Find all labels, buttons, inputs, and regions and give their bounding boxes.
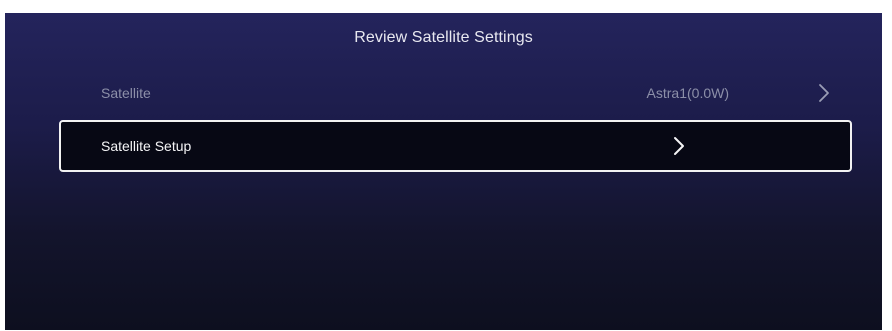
tv-settings-screen: Review Satellite Settings Satellite Astr… — [5, 13, 882, 330]
satellite-label: Satellite — [101, 85, 151, 101]
satellite-row[interactable]: Satellite Astra1(0.0W) — [59, 68, 852, 118]
page-title: Review Satellite Settings — [354, 29, 533, 46]
chevron-right-icon — [818, 83, 830, 103]
satellite-setup-row[interactable]: Satellite Setup — [59, 120, 852, 172]
satellite-value: Astra1(0.0W) — [646, 85, 729, 101]
chevron-right-icon — [673, 136, 685, 156]
satellite-setup-label: Satellite Setup — [101, 138, 192, 154]
